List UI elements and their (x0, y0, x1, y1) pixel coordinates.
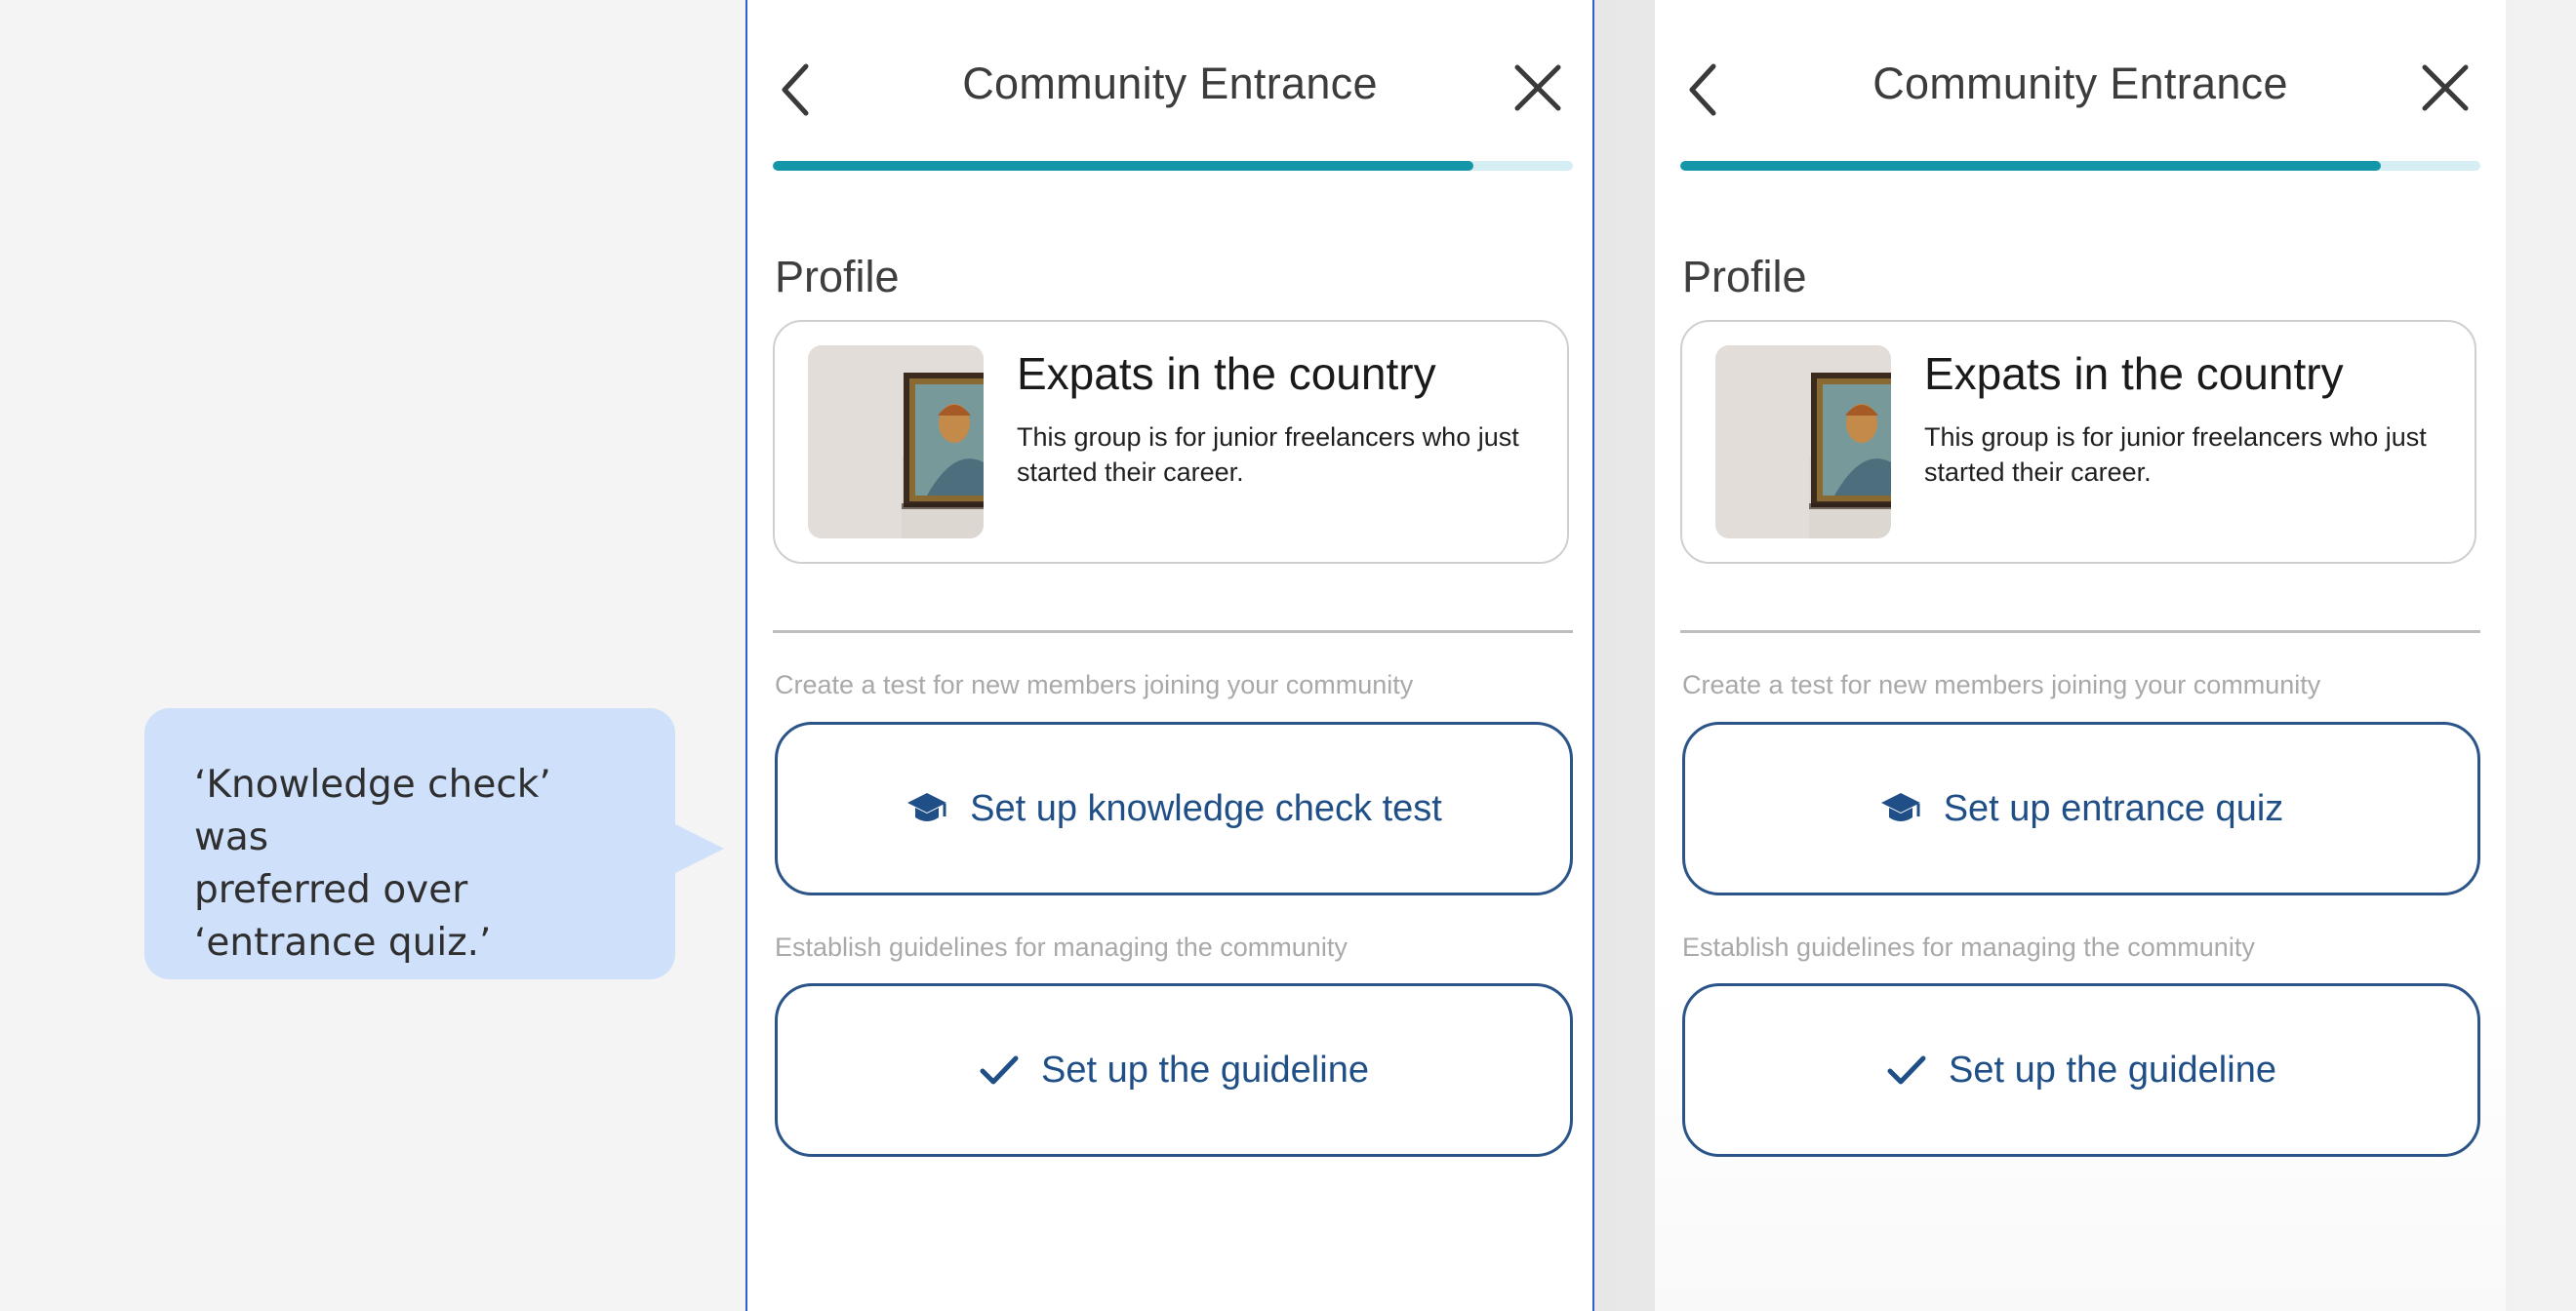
guideline-hint: Establish guidelines for managing the co… (1682, 933, 2255, 962)
page-title: Community Entrance (962, 59, 1378, 108)
divider (1680, 630, 2480, 633)
graduation-cap-icon (907, 793, 947, 821)
community-description: This group is for junior freelancers who… (1924, 422, 2427, 487)
setup-knowledge-check-button[interactable]: Set up knowledge check test (775, 722, 1573, 895)
guideline-hint: Establish guidelines for managing the co… (775, 933, 1348, 962)
divider (773, 630, 1573, 633)
button-label: Set up entrance quiz (1943, 787, 2284, 829)
section-title-profile: Profile (775, 252, 900, 301)
callout-text: ‘Knowledge check’ was preferred over ‘en… (194, 763, 551, 965)
screen-knowledge-check: Community Entrance Profile Expats in the… (745, 0, 1594, 1311)
checkmark-icon (980, 1055, 1019, 1085)
progress-bar (1680, 161, 2480, 171)
test-hint: Create a test for new members joining yo… (775, 670, 1414, 699)
screen-entrance-quiz: Community Entrance Profile Expats in the… (1655, 0, 2506, 1311)
graduation-cap-icon (1880, 793, 1920, 821)
setup-entrance-quiz-button[interactable]: Set up entrance quiz (1682, 722, 2480, 895)
community-name: Expats in the country (1017, 348, 1436, 399)
progress-fill (1680, 161, 2381, 171)
community-description: This group is for junior freelancers who… (1017, 422, 1519, 487)
page-title: Community Entrance (1872, 59, 2288, 108)
section-title-profile: Profile (1682, 252, 1807, 301)
test-hint: Create a test for new members joining yo… (1682, 670, 2321, 699)
button-label: Set up knowledge check test (970, 787, 1442, 829)
community-thumbnail (808, 345, 984, 538)
close-icon[interactable] (1512, 62, 1563, 113)
button-label: Set up the guideline (1041, 1049, 1369, 1091)
progress-fill (773, 161, 1473, 171)
setup-guideline-button[interactable]: Set up the guideline (775, 983, 1573, 1157)
community-thumbnail (1715, 345, 1891, 538)
community-profile-card: Expats in the country This group is for … (1680, 320, 2476, 564)
community-name: Expats in the country (1924, 348, 2344, 399)
button-label: Set up the guideline (1949, 1049, 2276, 1091)
checkmark-icon (1887, 1055, 1926, 1085)
close-icon[interactable] (2420, 62, 2471, 113)
community-profile-card: Expats in the country This group is for … (773, 320, 1569, 564)
progress-bar (773, 161, 1573, 171)
annotation-callout: ‘Knowledge check’ was preferred over ‘en… (144, 708, 724, 979)
setup-guideline-button[interactable]: Set up the guideline (1682, 983, 2480, 1157)
